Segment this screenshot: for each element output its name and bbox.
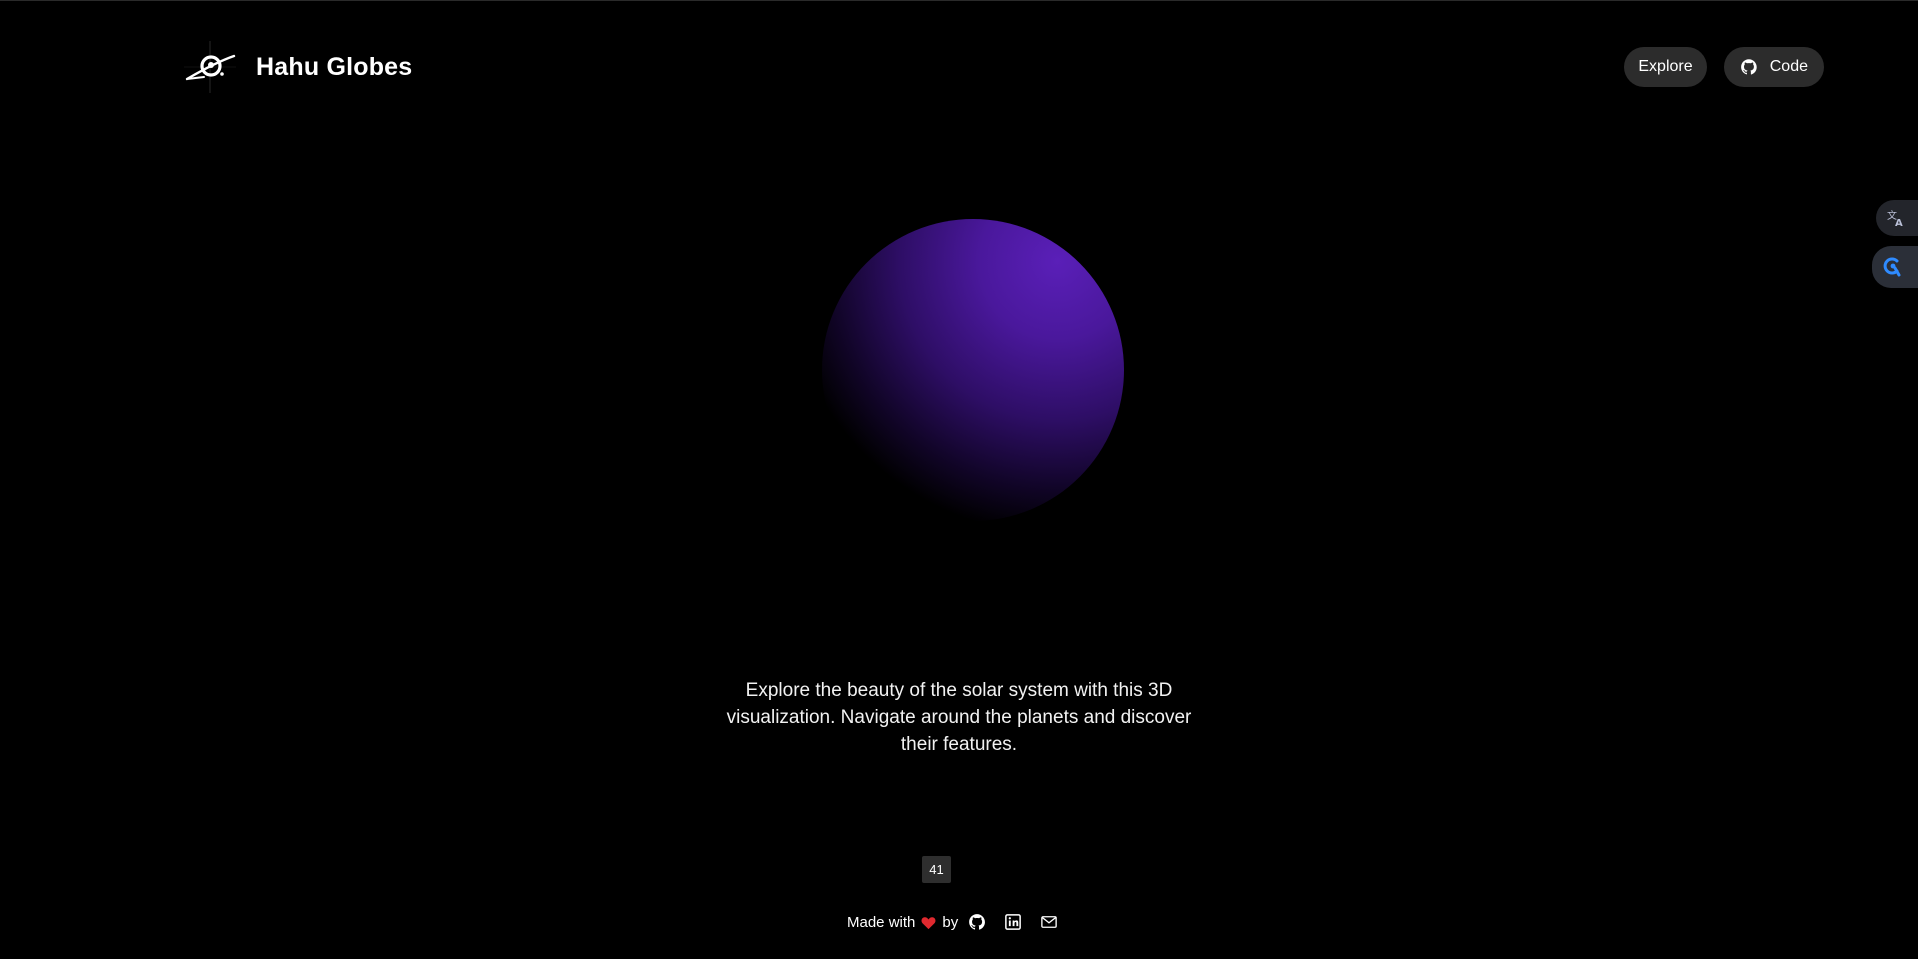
saturn-astronaut-icon <box>184 41 236 93</box>
mail-icon[interactable] <box>1040 913 1058 931</box>
by-text: by <box>942 913 959 931</box>
assistant-icon <box>1883 257 1901 277</box>
github-icon[interactable] <box>968 913 986 931</box>
brand-title: Hahu Globes <box>256 52 413 81</box>
explore-label: Explore <box>1638 58 1693 75</box>
page: Hahu Globes Explore Code 文 A Explore the… <box>0 0 1918 959</box>
translate-button[interactable]: 文 A <box>1876 200 1918 236</box>
footer-links <box>968 913 1058 931</box>
translate-icon: 文 A <box>1887 209 1903 228</box>
explore-button[interactable]: Explore <box>1624 47 1707 87</box>
footer: Made with by <box>847 913 1058 931</box>
hero-description: Explore the beauty of the solar system w… <box>726 680 1192 755</box>
assistant-button[interactable] <box>1872 246 1918 288</box>
code-button[interactable]: Code <box>1724 47 1824 87</box>
top-nav: Explore Code <box>1624 47 1824 87</box>
made-with-text: Made with <box>847 913 916 931</box>
planet-visualization[interactable] <box>822 219 1124 521</box>
heart-icon <box>921 917 936 930</box>
counter-badge: 41 <box>922 856 951 883</box>
linkedin-icon[interactable] <box>1004 913 1022 931</box>
code-label: Code <box>1769 58 1808 75</box>
github-icon <box>1741 59 1757 75</box>
logo[interactable]: Hahu Globes <box>184 41 412 93</box>
svg-text:A: A <box>1895 218 1903 228</box>
